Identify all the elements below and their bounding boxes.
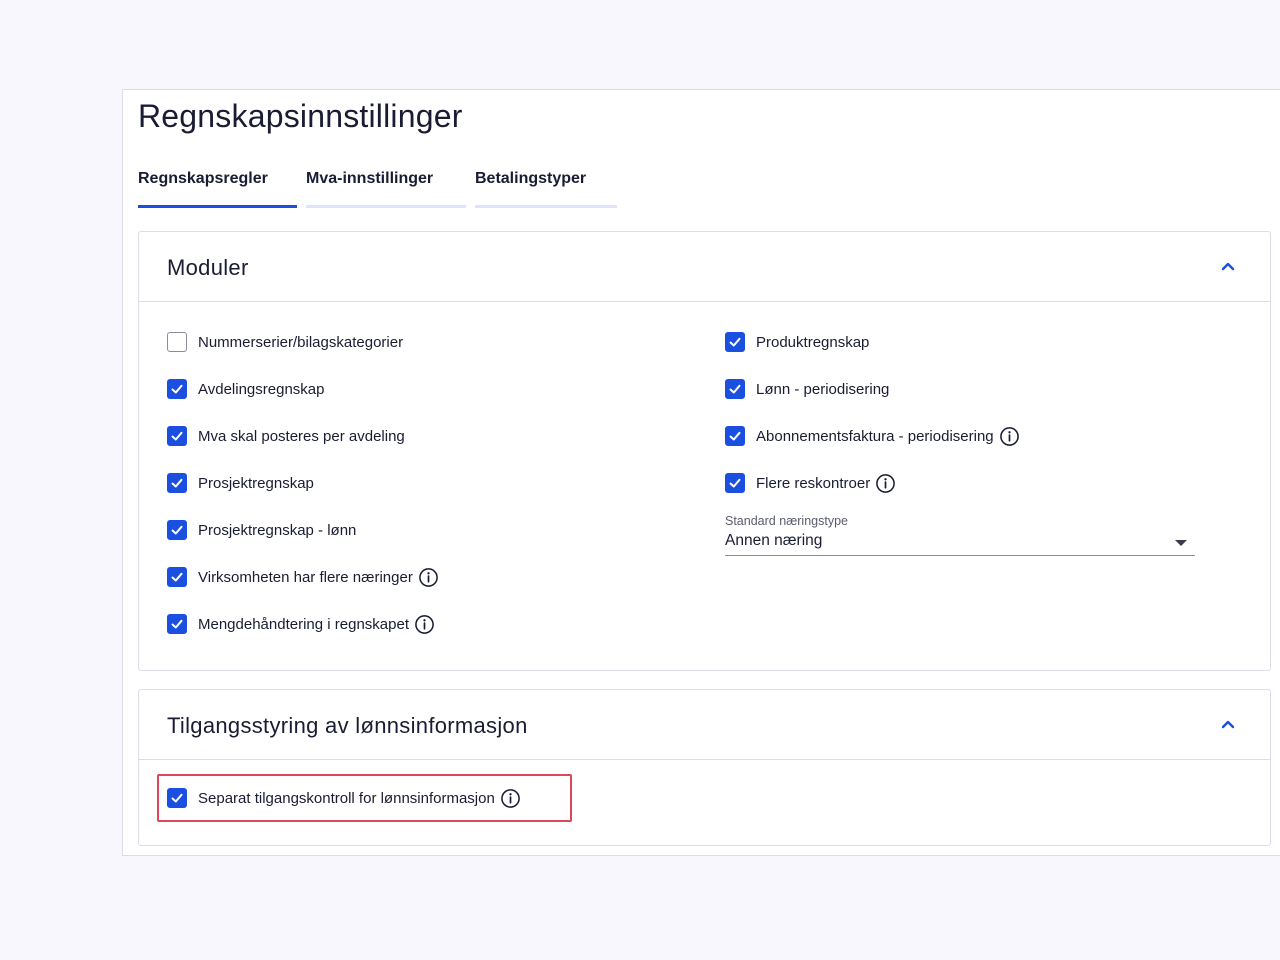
industry-type-label: Standard næringstype — [725, 514, 848, 528]
checkmark-icon — [171, 793, 183, 803]
checkbox-checked[interactable] — [167, 473, 187, 493]
info-icon[interactable] — [414, 614, 435, 635]
module-option-flere-reskontroer[interactable]: Flere reskontroer — [725, 471, 896, 495]
option-label: Mengdehåndtering i regnskapet — [198, 615, 409, 633]
module-option-mengdehandtering[interactable]: Mengdehåndtering i regnskapet — [167, 612, 435, 636]
checkmark-icon — [729, 431, 741, 441]
option-label: Virksomheten har flere næringer — [198, 568, 413, 586]
page-title: Regnskapsinnstillinger — [138, 98, 463, 134]
option-label: Mva skal posteres per avdeling — [198, 427, 405, 445]
checkmark-icon — [729, 384, 741, 394]
checkmark-icon — [171, 384, 183, 394]
info-icon[interactable] — [999, 426, 1020, 447]
module-option-produktregnskap[interactable]: Produktregnskap — [725, 330, 869, 354]
option-label: Lønn - periodisering — [756, 380, 890, 398]
checkmark-icon — [171, 619, 183, 629]
checkbox-checked[interactable] — [167, 567, 187, 587]
checkbox-checked[interactable] — [167, 788, 187, 808]
settings-page: Regnskapsinnstillinger Regnskapsregler M… — [122, 89, 1280, 856]
option-label: Prosjektregnskap — [198, 474, 314, 492]
option-label: Prosjektregnskap - lønn — [198, 521, 357, 539]
checkmark-icon — [729, 478, 741, 488]
checkmark-icon — [171, 572, 183, 582]
option-label: Avdelingsregnskap — [198, 380, 325, 398]
module-option-lonn-periodisering[interactable]: Lønn - periodisering — [725, 377, 889, 401]
checkmark-icon — [171, 431, 183, 441]
option-label: Produktregnskap — [756, 333, 870, 351]
checkbox-checked[interactable] — [725, 332, 745, 352]
option-label: Flere reskontroer — [756, 474, 871, 492]
checkbox-checked[interactable] — [167, 614, 187, 634]
checkbox-checked[interactable] — [167, 426, 187, 446]
checkmark-icon — [171, 525, 183, 535]
checkbox-checked[interactable] — [725, 473, 745, 493]
option-label: Abonnementsfaktura - periodisering — [756, 427, 994, 445]
checkbox-checked[interactable] — [167, 520, 187, 540]
tab-bar: Regnskapsregler Mva-innstillinger Betali… — [138, 170, 617, 208]
salary-access-card-title: Tilgangsstyring av lønnsinformasjon — [167, 713, 528, 738]
tab-betalingstyper[interactable]: Betalingstyper — [475, 170, 617, 208]
chevron-up-icon[interactable] — [1220, 718, 1236, 730]
module-option-abonnementsfaktura[interactable]: Abonnementsfaktura - periodisering — [725, 424, 1020, 448]
modules-card-header[interactable]: Moduler — [139, 232, 1270, 302]
module-option-flere-naeringer[interactable]: Virksomheten har flere næringer — [167, 565, 439, 589]
info-icon[interactable] — [875, 473, 896, 494]
modules-card-title: Moduler — [167, 255, 249, 280]
modules-card: Moduler Nummerserier/bilagskategorier Av… — [138, 231, 1271, 671]
industry-type-value: Annen næring — [725, 532, 823, 549]
checkbox-checked[interactable] — [167, 379, 187, 399]
chevron-up-icon[interactable] — [1220, 260, 1236, 272]
checkmark-icon — [729, 337, 741, 347]
checkbox-checked[interactable] — [725, 426, 745, 446]
option-label: Separat tilgangskontroll for lønnsinform… — [198, 789, 495, 807]
module-option-avdelingsregnskap[interactable]: Avdelingsregnskap — [167, 377, 324, 401]
industry-type-select[interactable]: Standard næringstype Annen næring — [725, 514, 1195, 556]
info-icon[interactable] — [500, 788, 521, 809]
salary-access-option[interactable]: Separat tilgangskontroll for lønnsinform… — [167, 786, 521, 810]
checkbox-unchecked[interactable] — [167, 332, 187, 352]
checkmark-icon — [171, 478, 183, 488]
info-icon[interactable] — [418, 567, 439, 588]
salary-access-card-header[interactable]: Tilgangsstyring av lønnsinformasjon — [139, 690, 1270, 760]
module-option-prosjektregnskap-lonn[interactable]: Prosjektregnskap - lønn — [167, 518, 356, 542]
module-option-mva-per-avdeling[interactable]: Mva skal posteres per avdeling — [167, 424, 405, 448]
checkbox-checked[interactable] — [725, 379, 745, 399]
dropdown-arrow-icon[interactable] — [1175, 540, 1187, 546]
option-label: Nummerserier/bilagskategorier — [198, 333, 404, 351]
module-option-prosjektregnskap[interactable]: Prosjektregnskap — [167, 471, 314, 495]
module-option-nummerserier[interactable]: Nummerserier/bilagskategorier — [167, 330, 403, 354]
salary-access-card: Tilgangsstyring av lønnsinformasjon Sepa… — [138, 689, 1271, 846]
tab-regnskapsregler[interactable]: Regnskapsregler — [138, 170, 297, 208]
tab-mva-innstillinger[interactable]: Mva-innstillinger — [306, 170, 466, 208]
